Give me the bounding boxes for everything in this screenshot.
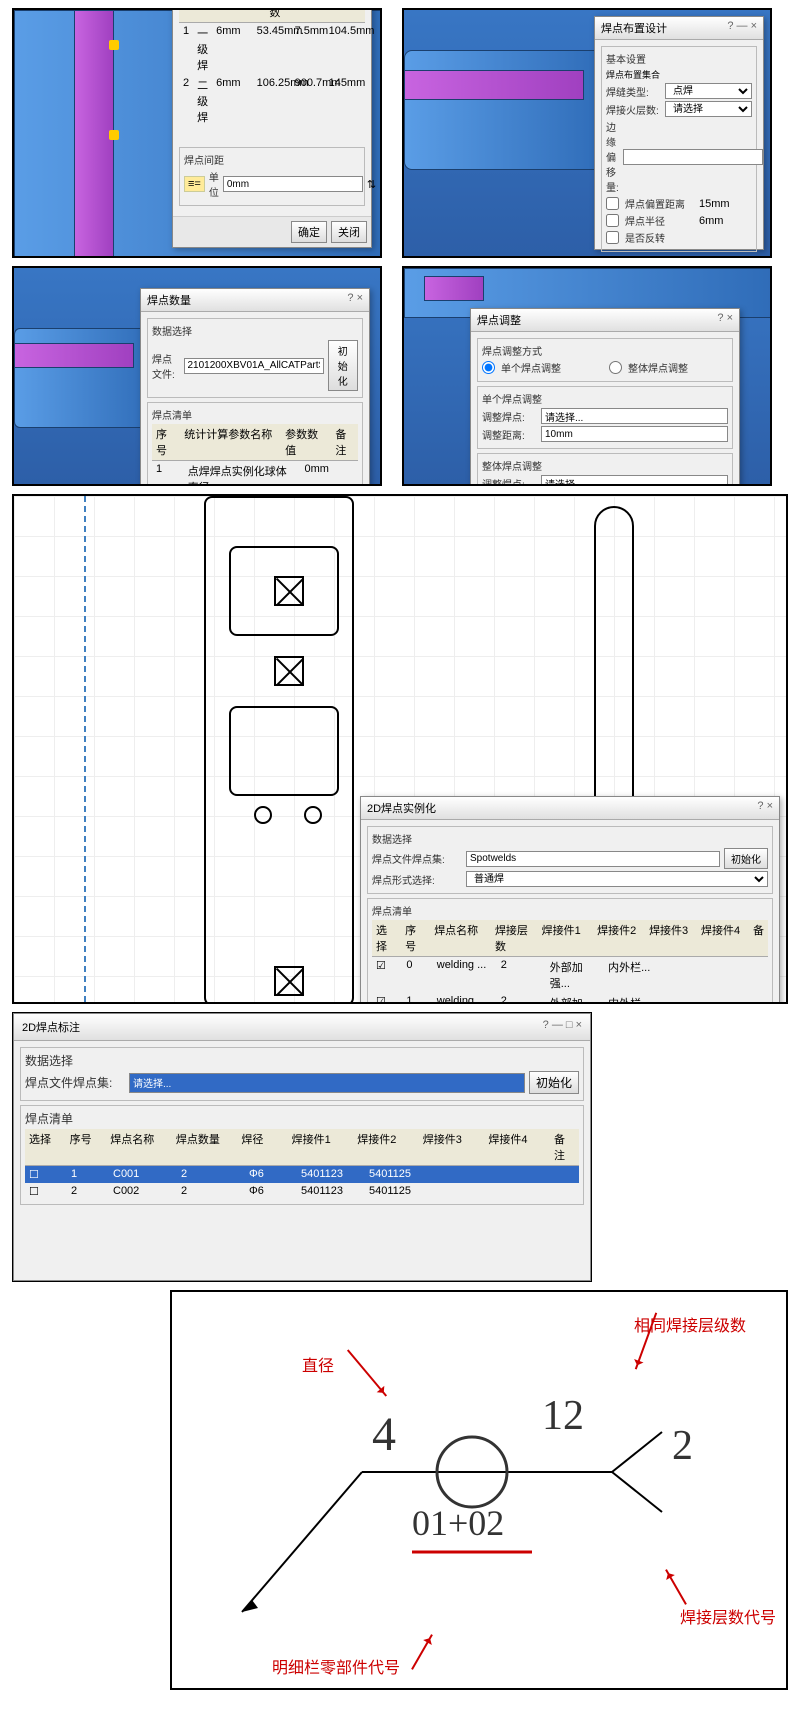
form-select[interactable]: 普通焊 <box>466 871 768 887</box>
weld-type-select[interactable]: 点焊 <box>665 83 752 99</box>
window-controls[interactable]: ? × <box>757 800 773 816</box>
table-row[interactable]: ☑1welding ...2外部加强...内外栏... <box>372 993 768 1004</box>
weld-point-marker <box>109 40 119 50</box>
dialog-title: 2D焊点实例化 <box>367 800 436 816</box>
weld-point-marker <box>109 130 119 140</box>
weld-symbol <box>274 576 304 606</box>
window-controls[interactable]: ? — □ × <box>543 1019 582 1035</box>
adj-dist-input[interactable] <box>541 426 728 442</box>
dialog-weld-params: 焊点参数编辑? — □ × 序号焊点名称焊点直径焊点数XYZ 1一级焊6mm53… <box>172 8 372 248</box>
panel-5-drawing: A-A 2D焊点实例化? × 数据选择 焊点文件焊点集:初始化 焊点形式选择:普… <box>12 494 788 1004</box>
init-button[interactable]: 初始化 <box>529 1071 579 1094</box>
offset-input[interactable] <box>223 176 363 192</box>
dialog-weld-adjust: 焊点调整? × 焊点调整方式 单个焊点调整整体焊点调整 单个焊点调整 调整焊点:… <box>470 308 740 486</box>
label-part-code: 明细栏零部件代号 <box>272 1654 400 1678</box>
dialog-title: 焊点调整 <box>477 312 521 328</box>
chk-offset[interactable] <box>606 197 619 210</box>
opt-single[interactable] <box>482 361 495 374</box>
file-input[interactable] <box>184 358 324 374</box>
panel-3: 焊点数量? × 数据选择 焊点文件:初始化 焊点清单 序号统计计算参数名称参数数… <box>12 266 382 486</box>
panel-6-dialog: 2D焊点标注? — □ × 数据选择 焊点文件焊点集:初始化 焊点清单 选择序号… <box>12 1012 592 1282</box>
dialog-title: 2D焊点标注 <box>22 1019 80 1035</box>
arrow <box>411 1634 433 1670</box>
layer-select[interactable]: 请选择 <box>665 101 752 117</box>
ok-button[interactable]: 确定 <box>291 221 327 243</box>
adj-weld-input[interactable] <box>541 475 728 486</box>
window-controls[interactable]: ? × <box>347 292 363 308</box>
close-button[interactable]: 关闭 <box>331 221 367 243</box>
table-header: 选择序号焊点名称焊接层数焊接件1焊接件2焊接件3焊接件4备 <box>372 920 768 957</box>
weldset-input[interactable] <box>129 1073 525 1093</box>
edge-offset-input[interactable] <box>623 149 763 165</box>
panel-4: 焊点调整? × 焊点调整方式 单个焊点调整整体焊点调整 单个焊点调整 调整焊点:… <box>402 266 772 486</box>
panel-1: 焊点参数编辑? — □ × 序号焊点名称焊点直径焊点数XYZ 1一级焊6mm53… <box>12 8 382 258</box>
dialog-2d-instance: 2D焊点实例化? × 数据选择 焊点文件焊点集:初始化 焊点形式选择:普通焊 焊… <box>360 796 780 1004</box>
opt-all[interactable] <box>609 361 622 374</box>
center-line <box>84 496 86 1002</box>
chk-mirror[interactable] <box>606 231 619 244</box>
label-layer-code: 焊接层数代号 <box>680 1604 776 1628</box>
table-header: 序号焊点名称焊点直径焊点数XYZ <box>179 8 365 23</box>
dialog-weld-layout: 焊点布置设计? — × 基本设置 焊点布置集合 焊缝类型:点焊 焊接火层数:请选… <box>594 16 764 250</box>
char-2: 2 <box>672 1422 693 1470</box>
panel-7-diagram: 直径 相同焊接层级数 4 12 2 01+02 明细栏零部件代号 焊接层数代号 <box>170 1290 788 1690</box>
weld-symbol <box>274 656 304 686</box>
hole <box>254 806 272 824</box>
table-row[interactable]: 1点焊焊点实例化球体直径0mm <box>152 461 358 486</box>
window-controls[interactable]: ? × <box>717 312 733 328</box>
adj-point-input[interactable] <box>541 408 728 424</box>
table-row[interactable]: 2二级焊6mm106.25mm900.7mm145mm <box>179 75 365 127</box>
table-row[interactable]: 1一级焊6mm53.45mm7.5mm104.5mm <box>179 23 365 75</box>
table-row[interactable]: ☑0welding ...2外部加强...内外栏... <box>372 957 768 993</box>
char-12: 12 <box>542 1392 584 1440</box>
chk-radius[interactable] <box>606 214 619 227</box>
label-diameter: 直径 <box>302 1352 334 1376</box>
dialog-2d-annotation: 2D焊点标注? — □ × 数据选择 焊点文件焊点集:初始化 焊点清单 选择序号… <box>13 1013 591 1281</box>
weldset-input[interactable] <box>466 851 720 867</box>
table-row[interactable]: ☐1C0012Φ654011235401125 <box>25 1166 579 1183</box>
arrow <box>347 1349 387 1396</box>
hole <box>304 806 322 824</box>
char-0102: 01+02 <box>412 1502 504 1544</box>
dialog-weld-count: 焊点数量? × 数据选择 焊点文件:初始化 焊点清单 序号统计计算参数名称参数数… <box>140 288 370 486</box>
table-header: 选择序号焊点名称焊点数量焊径焊接件1焊接件2焊接件3焊接件4备注 <box>25 1129 579 1166</box>
window-controls[interactable]: ? — × <box>727 20 757 36</box>
weld-symbol <box>274 966 304 996</box>
init-button[interactable]: 初始化 <box>724 848 768 869</box>
dialog-title: 焊点布置设计 <box>601 20 667 36</box>
panel-2: 焊点布置设计? — × 基本设置 焊点布置集合 焊缝类型:点焊 焊接火层数:请选… <box>402 8 772 258</box>
dialog-title: 焊点数量 <box>147 292 191 308</box>
char-4: 4 <box>372 1407 396 1462</box>
table-row[interactable]: ☐2C0022Φ654011235401125 <box>25 1183 579 1200</box>
init-button[interactable]: 初始化 <box>328 340 359 391</box>
